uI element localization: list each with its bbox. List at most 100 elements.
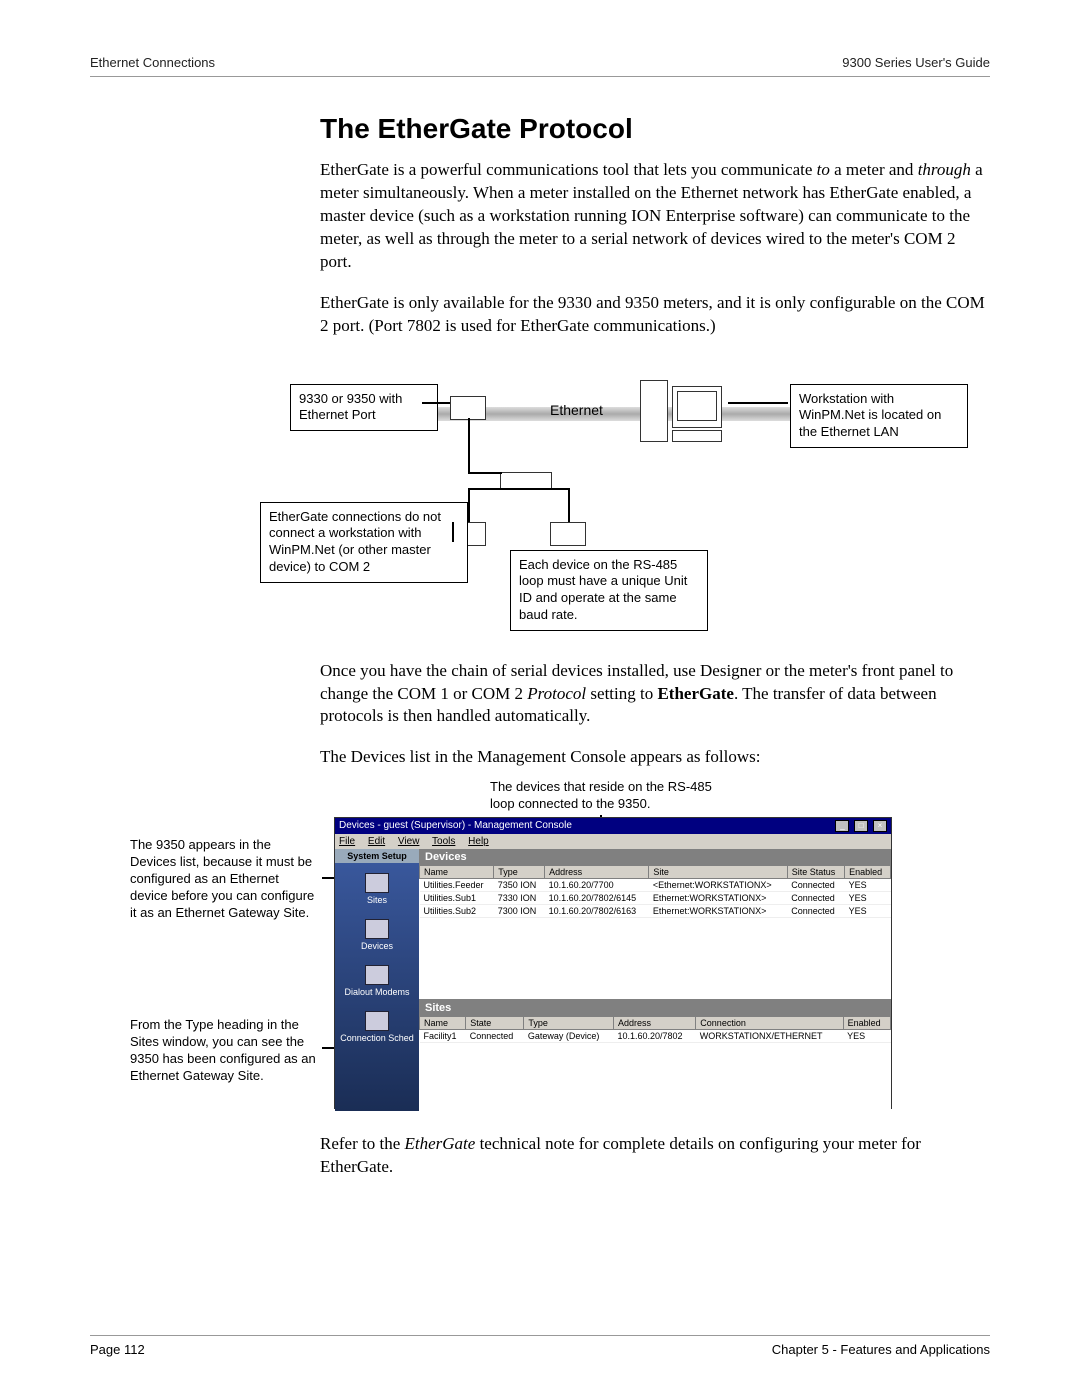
paragraph-5: Refer to the EtherGate technical note fo… <box>320 1133 990 1179</box>
cell-type: 7350 ION <box>494 879 545 892</box>
col-enabled[interactable]: Enabled <box>845 866 891 879</box>
cell-address: 10.1.60.20/7700 <box>545 879 649 892</box>
paragraph-1: EtherGate is a powerful communications t… <box>320 159 990 274</box>
sites-header-row: Name State Type Address Connection Enabl… <box>420 1017 891 1030</box>
cell-address: 10.1.60.20/7802/6163 <box>545 905 649 918</box>
line-meter-to-hub <box>468 418 470 472</box>
p1-a: EtherGate is a powerful communications t… <box>320 160 817 179</box>
nav-item-devices-label: Devices <box>339 941 415 951</box>
connection-sched-icon <box>365 1011 389 1031</box>
scol-enabled[interactable]: Enabled <box>843 1017 890 1030</box>
cell-name: Utilities.Sub1 <box>420 892 494 905</box>
window-title: Devices - guest (Supervisor) - Managemen… <box>339 820 572 832</box>
cell-status: Connected <box>787 892 844 905</box>
sites-panel: Sites Name State Type Address Connection… <box>419 1000 891 1111</box>
scol-connection[interactable]: Connection <box>696 1017 843 1030</box>
workstation-icon <box>640 380 720 450</box>
devices-table: Name Type Address Site Site Status Enabl… <box>419 865 891 918</box>
cell-enabled: YES <box>845 905 891 918</box>
col-type[interactable]: Type <box>494 866 545 879</box>
ethernet-label: Ethernet <box>550 402 603 418</box>
menu-edit[interactable]: Edit <box>368 836 385 847</box>
management-console-figure: The devices that reside on the RS-485 lo… <box>130 787 890 1107</box>
cell-name: Utilities.Feeder <box>420 879 494 892</box>
running-header: Ethernet Connections 9300 Series User's … <box>90 55 990 77</box>
scell-enabled: YES <box>843 1030 890 1043</box>
scell-connection: WORKSTATIONX/ETHERNET <box>696 1030 843 1043</box>
leader-meter <box>422 402 450 404</box>
callout-unit-id: Each device on the RS-485 loop must have… <box>510 550 708 632</box>
callout-9350-in-list: The 9350 appears in the Devices list, be… <box>130 837 320 921</box>
minimize-icon[interactable]: _ <box>835 820 849 832</box>
table-row[interactable]: Utilities.Feeder 7350 ION 10.1.60.20/770… <box>420 879 891 892</box>
scol-state[interactable]: State <box>466 1017 524 1030</box>
col-sitestatus[interactable]: Site Status <box>787 866 844 879</box>
sites-icon <box>365 873 389 893</box>
nav-header: System Setup <box>335 849 419 863</box>
scell-address: 10.1.60.20/7802 <box>613 1030 695 1043</box>
cell-site: Ethernet:WORKSTATIONX> <box>649 905 787 918</box>
cell-address: 10.1.60.20/7802/6145 <box>545 892 649 905</box>
cell-type: 7330 ION <box>494 892 545 905</box>
sites-table: Name State Type Address Connection Enabl… <box>419 1016 891 1043</box>
callout-devices-on-loop: The devices that reside on the RS-485 lo… <box>490 779 720 813</box>
window-titlebar: Devices - guest (Supervisor) - Managemen… <box>335 818 891 834</box>
network-diagram: Ethernet 9330 or 9350 with Ethernet Port <box>200 362 960 632</box>
paragraph-2: EtherGate is only available for the 9330… <box>320 292 990 338</box>
paragraph-4: The Devices list in the Management Conso… <box>320 746 990 769</box>
col-site[interactable]: Site <box>649 866 787 879</box>
leader-left-bottom <box>322 1047 334 1049</box>
maximize-icon[interactable]: □ <box>854 820 868 832</box>
p3-d-bold: EtherGate <box>657 684 733 703</box>
menu-view[interactable]: View <box>398 836 420 847</box>
table-row[interactable]: Utilities.Sub1 7330 ION 10.1.60.20/7802/… <box>420 892 891 905</box>
cell-enabled: YES <box>845 892 891 905</box>
cell-status: Connected <box>787 905 844 918</box>
leader-workstation <box>728 402 788 404</box>
menu-file[interactable]: File <box>339 836 355 847</box>
nav-item-sites[interactable]: Sites <box>339 873 415 905</box>
management-console-window: Devices - guest (Supervisor) - Managemen… <box>334 817 892 1109</box>
scell-state: Connected <box>466 1030 524 1043</box>
sites-panel-title: Sites <box>419 1000 891 1016</box>
line-meter-to-hub-h <box>468 472 502 474</box>
callout-ethergate: EtherGate connections do not connect a w… <box>260 502 468 584</box>
scol-name[interactable]: Name <box>420 1017 466 1030</box>
header-right: 9300 Series User's Guide <box>842 55 990 70</box>
nav-item-devices[interactable]: Devices <box>339 919 415 951</box>
footer-right: Chapter 5 - Features and Applications <box>772 1342 990 1357</box>
cell-status: Connected <box>787 879 844 892</box>
callout-meter: 9330 or 9350 with Ethernet Port <box>290 384 438 432</box>
scol-type[interactable]: Type <box>524 1017 614 1030</box>
line-hub-to-dev2 <box>568 488 570 522</box>
leader-left-top <box>322 877 334 879</box>
menu-tools[interactable]: Tools <box>432 836 455 847</box>
menubar: File Edit View Tools Help <box>335 834 891 849</box>
scol-address[interactable]: Address <box>613 1017 695 1030</box>
col-address[interactable]: Address <box>545 866 649 879</box>
cell-name: Utilities.Sub2 <box>420 905 494 918</box>
line-hub-branch <box>468 488 568 490</box>
nav-panel: System Setup Sites Devices Dialout Modem… <box>335 849 419 1111</box>
devices-icon <box>365 919 389 939</box>
nav-item-sites-label: Sites <box>339 895 415 905</box>
footer-left: Page 112 <box>90 1342 145 1357</box>
nav-item-dialout[interactable]: Dialout Modems <box>339 965 415 997</box>
cell-type: 7300 ION <box>494 905 545 918</box>
paragraph-3: Once you have the chain of serial device… <box>320 660 990 729</box>
scell-type: Gateway (Device) <box>524 1030 614 1043</box>
content-column: The EtherGate Protocol EtherGate is a po… <box>320 113 990 1179</box>
main-panel: Devices Name Type Address Site Site Stat… <box>419 849 891 1111</box>
cell-site: Ethernet:WORKSTATIONX> <box>649 892 787 905</box>
col-name[interactable]: Name <box>420 866 494 879</box>
menu-help[interactable]: Help <box>468 836 489 847</box>
devices-panel-title: Devices <box>419 849 891 865</box>
console-body: System Setup Sites Devices Dialout Modem… <box>335 849 891 1111</box>
nav-item-connection-sched[interactable]: Connection Sched <box>339 1011 415 1043</box>
meter-device-icon <box>450 396 486 420</box>
serial-device-2-icon <box>550 522 586 546</box>
table-row[interactable]: Facility1 Connected Gateway (Device) 10.… <box>420 1030 891 1043</box>
p3-c: setting to <box>586 684 657 703</box>
close-icon[interactable]: × <box>873 820 887 832</box>
table-row[interactable]: Utilities.Sub2 7300 ION 10.1.60.20/7802/… <box>420 905 891 918</box>
